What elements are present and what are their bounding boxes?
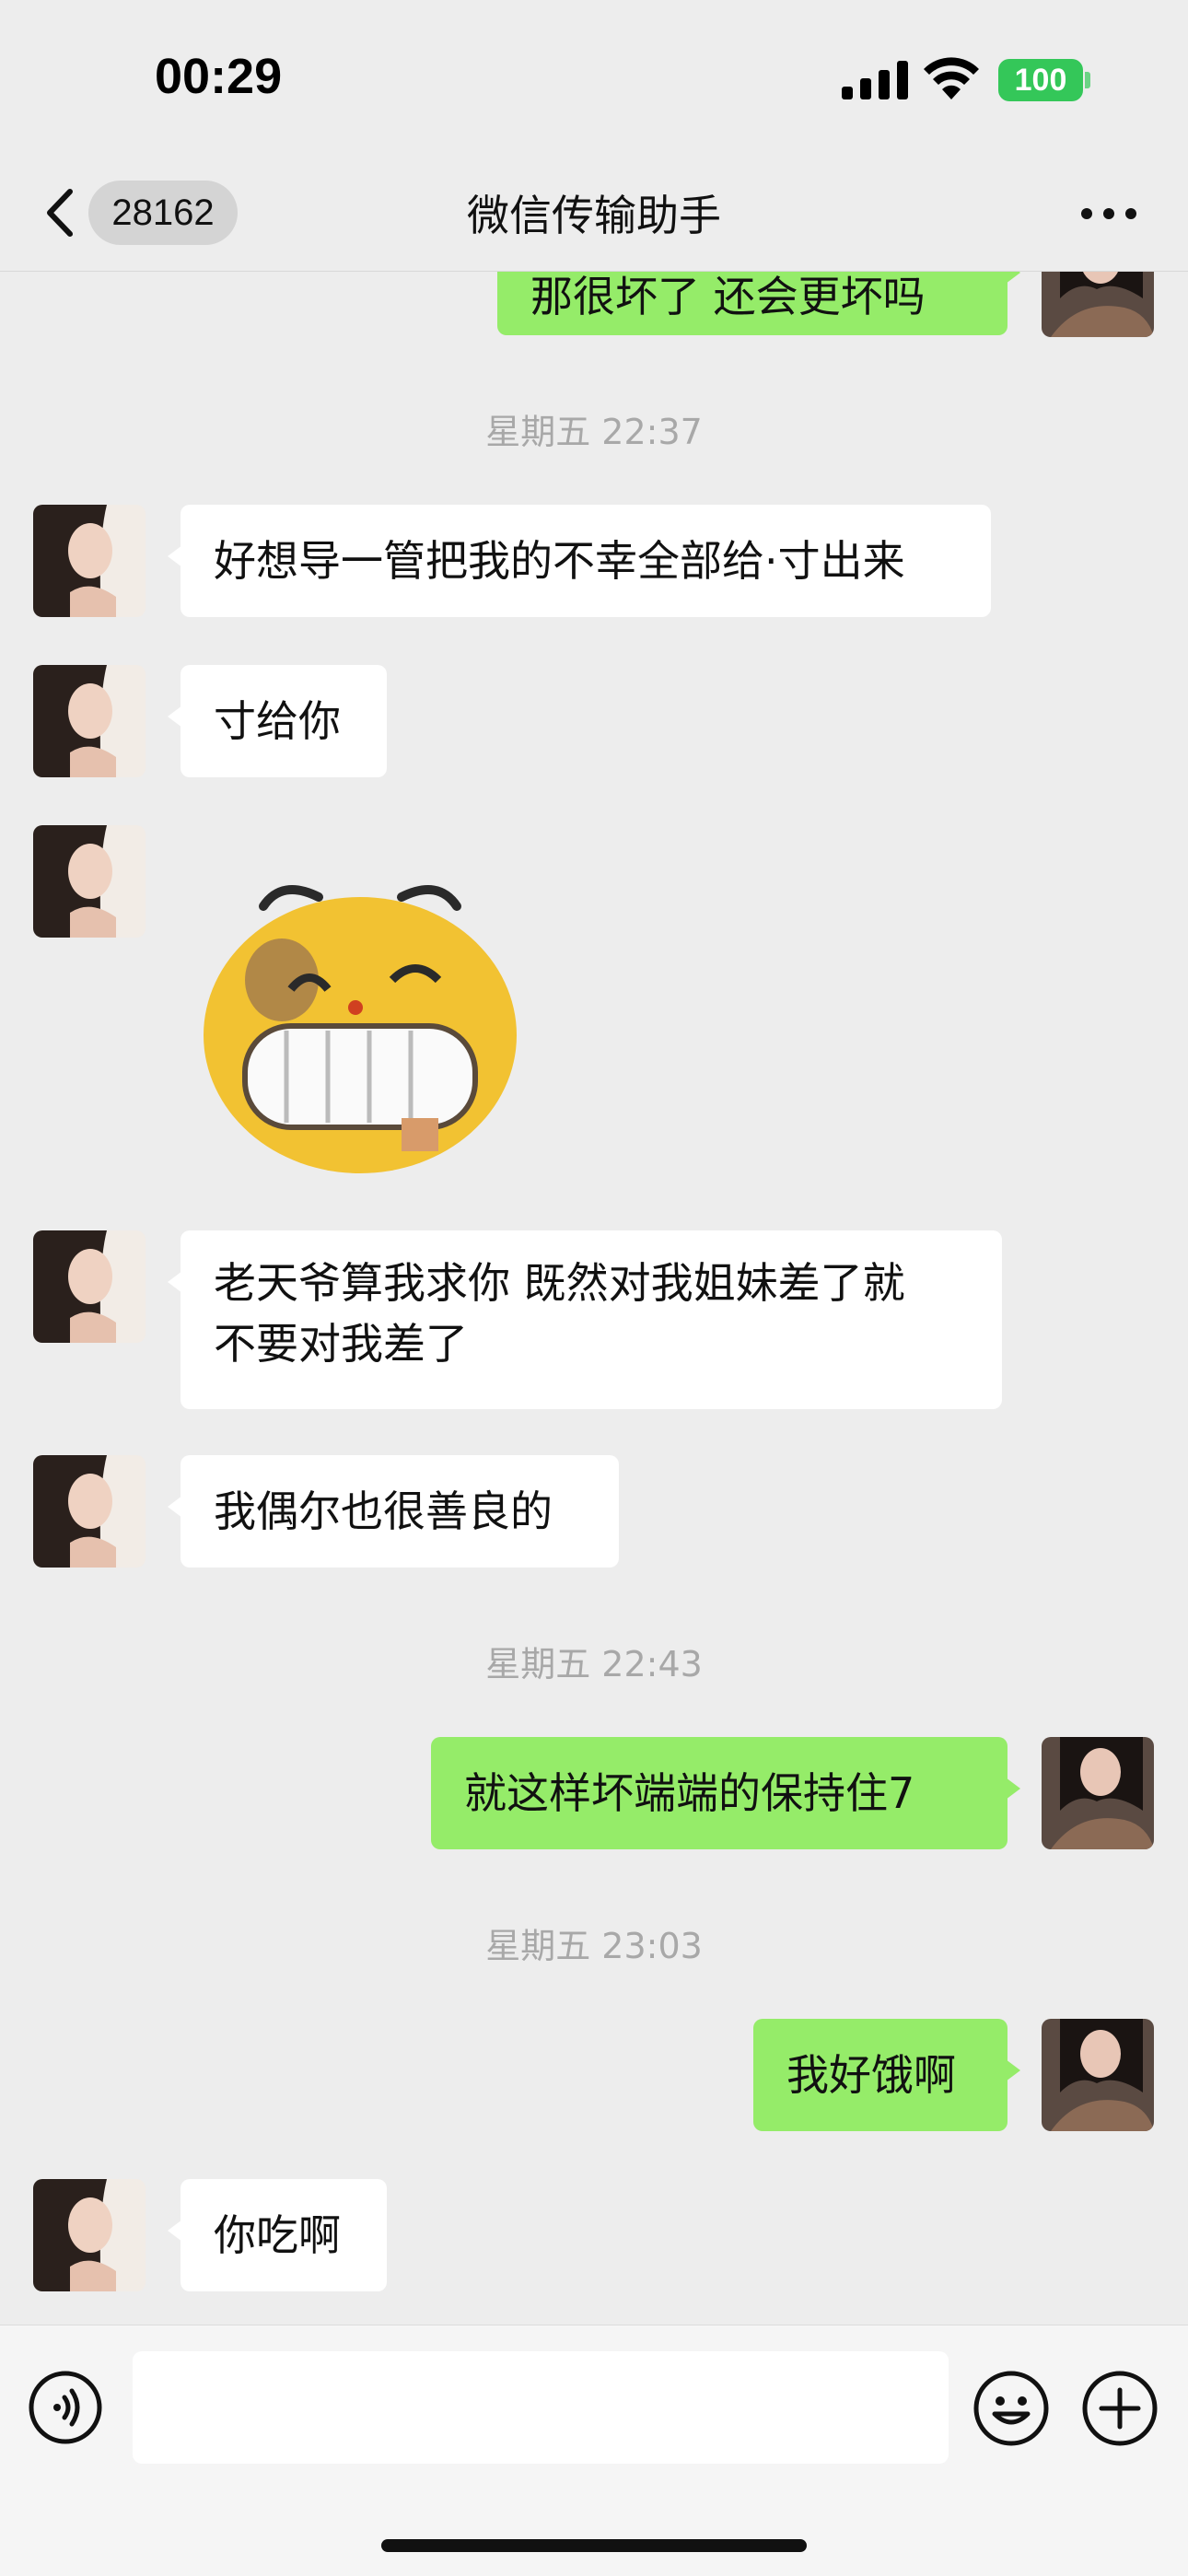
message-bubble-incoming[interactable]: 老天爷算我求你 既然对我姐妹差了就 不要对我差了 xyxy=(168,1230,1002,1409)
contact-avatar[interactable] xyxy=(33,2179,146,2291)
message-bubble-incoming[interactable]: 我偶尔也很善良的 xyxy=(168,1455,619,1568)
status-time: 00:29 xyxy=(155,49,283,104)
input-bar xyxy=(0,2325,1188,2576)
contact-avatar-image xyxy=(33,825,146,938)
battery-cap xyxy=(1085,72,1090,88)
message-bubble-outgoing[interactable]: 就这样坏端端的保持住7 xyxy=(431,1737,1020,1849)
message-text: 你吃啊 xyxy=(214,2210,341,2260)
message-text: 寸给你 xyxy=(214,696,341,746)
contact-avatar[interactable] xyxy=(33,505,146,617)
my-avatar-image xyxy=(1042,1737,1154,1849)
contact-avatar[interactable] xyxy=(33,825,146,938)
message-bubble-incoming[interactable]: 好想导一管把我的不幸全部给·寸出来 xyxy=(168,505,991,617)
contact-avatar-image xyxy=(33,2179,146,2291)
my-avatar[interactable] xyxy=(1042,271,1154,337)
timestamp: 星期五 23:03 xyxy=(485,1926,703,1966)
timestamp: 星期五 22:37 xyxy=(485,412,703,452)
grinning-emoji-sticker[interactable] xyxy=(181,842,567,1183)
message-text: 我偶尔也很善良的 xyxy=(214,1486,553,1536)
message-text-line-2: 不要对我差了 xyxy=(214,1319,468,1369)
message-bubble-incoming[interactable]: 你吃啊 xyxy=(168,2179,387,2291)
message-bubble-incoming[interactable]: 寸给你 xyxy=(168,665,387,777)
timestamp: 星期五 22:43 xyxy=(485,1644,703,1684)
my-avatar-image xyxy=(1042,271,1154,337)
contact-avatar[interactable] xyxy=(33,1230,146,1343)
contact-avatar-image xyxy=(33,1455,146,1568)
cellular-signal-icon xyxy=(842,61,908,99)
more-options-icon[interactable] xyxy=(1079,203,1138,225)
home-indicator xyxy=(381,2539,807,2552)
contact-avatar-image xyxy=(33,665,146,777)
chat-header: 微信传输助手 28162 xyxy=(0,157,1188,272)
my-avatar[interactable] xyxy=(1042,1737,1154,1849)
message-text: 那很坏了 还会更坏吗 xyxy=(530,272,926,321)
contact-avatar[interactable] xyxy=(33,665,146,777)
message-input[interactable] xyxy=(133,2351,949,2464)
back-chevron-icon[interactable] xyxy=(37,182,83,243)
emoji-icon[interactable] xyxy=(973,2370,1050,2447)
battery-indicator: 100 xyxy=(998,59,1083,101)
contact-avatar-image xyxy=(33,505,146,617)
unread-count-badge[interactable]: 28162 xyxy=(88,181,238,245)
message-list[interactable]: 那很坏了 还会更坏吗 星期五 22:37 好想导一管把我的不幸全部给·寸出来 寸… xyxy=(0,271,1188,2325)
voice-input-icon[interactable] xyxy=(28,2370,103,2445)
message-bubble-outgoing[interactable]: 我好饿啊 xyxy=(753,2019,1020,2131)
my-avatar-image xyxy=(1042,2019,1154,2131)
wifi-icon xyxy=(924,57,979,99)
contact-avatar-image xyxy=(33,1230,146,1343)
message-text-line-1: 老天爷算我求你 既然对我姐妹差了就 xyxy=(214,1258,905,1308)
message-bubble-outgoing[interactable]: 那很坏了 还会更坏吗 xyxy=(497,271,1020,335)
message-text: 好想导一管把我的不幸全部给·寸出来 xyxy=(214,536,905,586)
status-bar: 00:29 100 xyxy=(0,0,1188,157)
message-text: 就这样坏端端的保持住7 xyxy=(464,1768,915,1818)
my-avatar[interactable] xyxy=(1042,2019,1154,2131)
plus-icon[interactable] xyxy=(1081,2370,1159,2447)
message-text: 我好饿啊 xyxy=(786,2050,956,2100)
contact-avatar[interactable] xyxy=(33,1455,146,1568)
